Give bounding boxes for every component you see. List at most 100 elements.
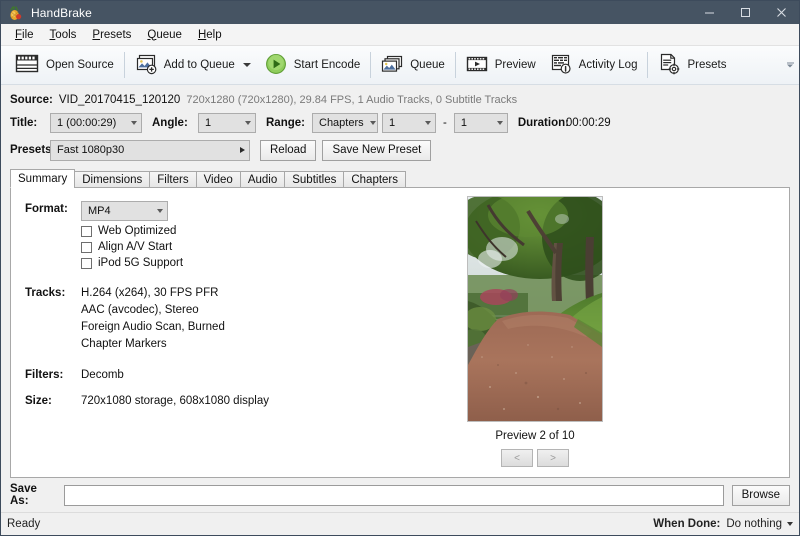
tab-subtitles-label: Subtitles (292, 174, 336, 186)
title-select[interactable]: 1 (00:00:29) (50, 113, 142, 133)
menu-file[interactable]: File (7, 27, 42, 43)
web-optimized-checkbox-row[interactable]: Web Optimized (81, 225, 183, 237)
size-row: Size: 720x1080 storage, 608x1080 display (25, 393, 281, 407)
maximize-button[interactable] (727, 1, 763, 24)
browse-label: Browse (742, 489, 780, 501)
preview-prev-button[interactable]: < (501, 449, 533, 467)
chevron-down-icon[interactable] (243, 63, 251, 67)
reload-button[interactable]: Reload (260, 140, 316, 161)
tracks-row: Tracks: H.264 (x264), 30 FPS PFR AAC (av… (25, 285, 281, 355)
tab-chapters[interactable]: Chapters (343, 171, 406, 188)
toolbar-separator-2 (370, 52, 371, 78)
align-av-start-label: Align A/V Start (98, 241, 172, 253)
ipod-5g-support-checkbox[interactable] (81, 258, 92, 269)
presets-button[interactable]: Presets (651, 48, 733, 82)
menu-queue[interactable]: Queue (139, 27, 190, 43)
align-av-start-checkbox-row[interactable]: Align A/V Start (81, 241, 183, 253)
preview-label: Preview (495, 59, 536, 71)
range-end-value: 1 (461, 117, 467, 129)
tab-dimensions[interactable]: Dimensions (74, 171, 150, 188)
title-label: Title: (10, 117, 50, 129)
overflow-line (787, 63, 794, 64)
tab-filters[interactable]: Filters (149, 171, 196, 188)
size-value: 720x1080 storage, 608x1080 display (81, 393, 269, 407)
spacer (25, 273, 281, 285)
open-source-label: Open Source (46, 59, 114, 71)
summary-tab-panel: Format: MP4 Web Optimized Align A/V S (10, 187, 790, 478)
format-label: Format: (25, 201, 81, 269)
angle-select-value: 1 (205, 117, 211, 129)
browse-button[interactable]: Browse (732, 485, 790, 506)
preview-navigation: < > (501, 449, 569, 467)
menu-tools[interactable]: Tools (42, 27, 85, 43)
format-select-wrap: MP4 Web Optimized Align A/V Start (81, 201, 183, 269)
preview-button[interactable]: Preview (459, 48, 543, 82)
start-encode-button[interactable]: Start Encode (258, 48, 367, 82)
window-title: HandBrake (31, 6, 92, 20)
minimize-button[interactable] (691, 1, 727, 24)
range-type-select[interactable]: Chapters (312, 113, 378, 133)
preset-select[interactable]: Fast 1080p30 (50, 140, 250, 161)
activity-log-button[interactable]: Activity Log (543, 48, 645, 82)
when-done-select[interactable]: Do nothing (726, 518, 793, 530)
presets-gear-document-icon (658, 53, 680, 78)
toolbar-overflow-button[interactable] (785, 63, 795, 68)
align-av-start-checkbox[interactable] (81, 242, 92, 253)
range-start-select[interactable]: 1 (382, 113, 436, 133)
web-optimized-checkbox[interactable] (81, 226, 92, 237)
duration-label: Duration: (518, 117, 558, 129)
tracks-list: H.264 (x264), 30 FPS PFR AAC (avcodec), … (81, 285, 225, 355)
start-encode-label: Start Encode (294, 59, 360, 71)
tracks-label: Tracks: (25, 285, 81, 355)
add-to-queue-label: Add to Queue (164, 59, 235, 71)
source-row: Source: VID_20170415_120120 720x1280 (72… (10, 89, 790, 110)
menu-help[interactable]: Help (190, 27, 230, 43)
reload-label: Reload (270, 144, 306, 156)
ipod-5g-support-checkbox-row[interactable]: iPod 5G Support (81, 257, 183, 269)
menu-tools-rest: ools (55, 29, 76, 41)
title-angle-range-row: Title: 1 (00:00:29) Angle: 1 Range: Chap… (10, 110, 790, 136)
save-as-input[interactable] (64, 485, 724, 506)
film-clapper-icon (15, 53, 39, 78)
tab-strip: Summary Dimensions Filters Video Audio S… (10, 169, 790, 188)
size-label: Size: (25, 393, 81, 407)
preview-next-button[interactable]: > (537, 449, 569, 467)
queue-label: Queue (410, 59, 445, 71)
save-new-preset-button[interactable]: Save New Preset (322, 140, 431, 161)
range-type-value: Chapters (319, 117, 364, 129)
angle-select[interactable]: 1 (198, 113, 256, 133)
chevron-down-icon (370, 121, 376, 125)
menu-bar: File Tools Presets Queue Help (1, 24, 799, 46)
window-controls (691, 1, 799, 24)
track-item: Chapter Markers (81, 338, 225, 350)
toolbar-separator-4 (647, 52, 648, 78)
menu-presets[interactable]: Presets (84, 27, 139, 43)
tab-video-label: Video (204, 174, 233, 186)
preset-select-value: Fast 1080p30 (57, 144, 124, 156)
tab-subtitles[interactable]: Subtitles (284, 171, 344, 188)
format-select[interactable]: MP4 (81, 201, 168, 221)
add-to-queue-button[interactable]: Add to Queue (128, 48, 258, 82)
track-item: AAC (avcodec), Stereo (81, 304, 225, 316)
ipod-5g-support-label: iPod 5G Support (98, 257, 183, 269)
open-source-button[interactable]: Open Source (8, 48, 121, 82)
chevron-down-icon (245, 121, 251, 125)
range-end-select[interactable]: 1 (454, 113, 508, 133)
track-item: H.264 (x264), 30 FPS PFR (81, 287, 225, 299)
tab-summary[interactable]: Summary (10, 169, 75, 188)
title-select-value: 1 (00:00:29) (57, 117, 116, 129)
when-done-label: When Done: (653, 518, 720, 530)
tab-audio-label: Audio (248, 174, 277, 186)
activity-log-icon (550, 53, 572, 78)
video-preview-icon (466, 53, 488, 78)
tab-audio[interactable]: Audio (240, 171, 285, 188)
tab-chapters-label: Chapters (351, 174, 398, 186)
queue-button[interactable]: Queue (374, 48, 452, 82)
menu-help-rest: elp (206, 29, 221, 41)
spacer (25, 385, 281, 393)
tab-video[interactable]: Video (196, 171, 241, 188)
angle-label: Angle: (152, 117, 192, 129)
toolbar: Open Source Add to Queue (1, 46, 799, 85)
close-button[interactable] (763, 1, 799, 24)
summary-details: Format: MP4 Web Optimized Align A/V S (11, 188, 281, 477)
